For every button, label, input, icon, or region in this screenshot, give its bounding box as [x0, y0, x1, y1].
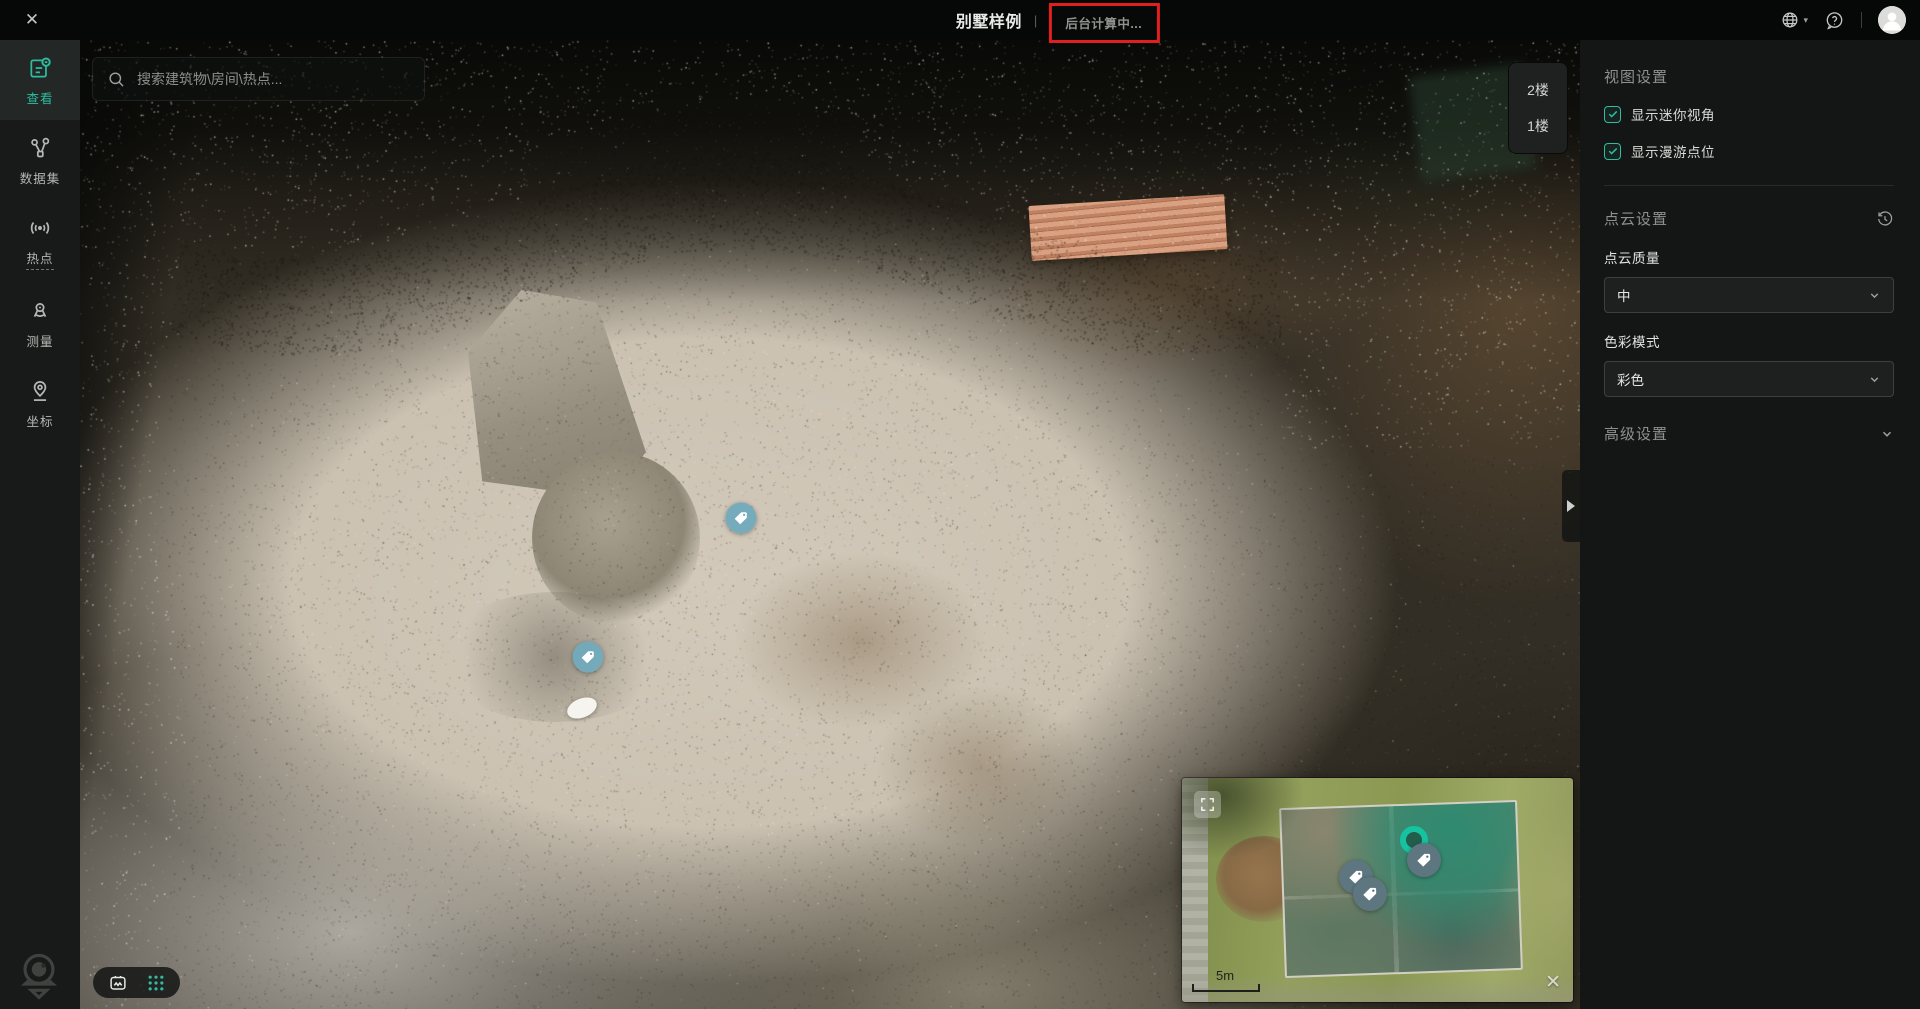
checkbox-label: 显示漫游点位: [1631, 141, 1715, 161]
page-title: 别墅样例: [956, 8, 1022, 32]
sidebar-item-label: 热点: [26, 248, 53, 270]
sidebar-item-label: 查看: [26, 88, 53, 107]
hotspot-tag-marker[interactable]: [573, 642, 604, 673]
toggle-roam-points[interactable]: 显示漫游点位: [1604, 141, 1894, 161]
expand-icon: [1199, 796, 1216, 813]
pointcloud-settings-title: 点云设置: [1604, 208, 1668, 229]
scale-bar: [1192, 984, 1260, 992]
floor-option-2[interactable]: 2楼: [1509, 75, 1567, 105]
model-box-icon: [107, 972, 129, 994]
quality-select[interactable]: 中: [1604, 277, 1894, 313]
advanced-settings-title: 高级设置: [1604, 423, 1668, 444]
settings-panel: 视图设置 显示迷你视角 显示漫游点位 点云设置 点云质量 中: [1580, 40, 1920, 1009]
scale-label: 5m: [1216, 968, 1260, 983]
minimap-hotspot-marker[interactable]: [1353, 877, 1387, 911]
color-mode-select[interactable]: 彩色: [1604, 361, 1894, 397]
reset-history-icon[interactable]: [1876, 210, 1894, 228]
sidebar-item-measure[interactable]: 测量: [0, 283, 80, 363]
grid-view-button[interactable]: [146, 973, 166, 993]
close-minimap-button[interactable]: ✕: [1545, 971, 1561, 994]
color-mode-value: 彩色: [1617, 369, 1644, 389]
sidebar-item-coordinate[interactable]: 坐标: [0, 363, 80, 443]
help-button[interactable]: [1824, 10, 1845, 31]
color-mode-label: 色彩模式: [1604, 331, 1894, 351]
quality-label: 点云质量: [1604, 247, 1894, 267]
sidebar-item-hotspot[interactable]: 热点: [0, 200, 80, 283]
floor-selector: 2楼 1楼: [1508, 62, 1568, 154]
sidebar-item-view[interactable]: 查看: [0, 40, 80, 120]
help-icon: [1824, 10, 1845, 31]
topbar: ✕ 别墅样例 | 后台计算中... ▾: [0, 0, 1920, 40]
checkbox-label: 显示迷你视角: [1631, 104, 1715, 124]
caret-down-icon: ▾: [1803, 15, 1808, 26]
checkbox-checked-icon: [1604, 106, 1621, 123]
language-selector[interactable]: ▾: [1780, 10, 1808, 30]
title-separator: |: [1034, 13, 1037, 28]
minimap[interactable]: 5m ✕: [1182, 778, 1573, 1002]
view-board-icon: [27, 55, 53, 81]
triangle-right-icon: [1567, 500, 1575, 512]
search-input[interactable]: [137, 71, 410, 87]
measure-instrument-icon: [27, 298, 53, 324]
chevron-down-icon: [1868, 373, 1881, 386]
model-view-button[interactable]: [107, 972, 129, 994]
minimap-hotspot-marker[interactable]: [1407, 843, 1441, 877]
view-mode-toolbar: [93, 967, 180, 998]
topbar-title-group: 别墅样例 | 后台计算中...: [956, 0, 1160, 40]
search-bar: [92, 57, 425, 101]
user-avatar[interactable]: [1878, 6, 1906, 34]
app-watermark-logo: [12, 948, 66, 1002]
grid-dots-icon: [146, 973, 166, 993]
floor-option-1[interactable]: 1楼: [1509, 111, 1567, 141]
checkbox-checked-icon: [1604, 143, 1621, 160]
panel-collapse-tab[interactable]: [1562, 470, 1580, 542]
background-computing-status: 后台计算中...: [1065, 17, 1142, 31]
sidebar-item-label: 数据集: [20, 168, 61, 187]
close-project-button[interactable]: ✕: [12, 0, 52, 40]
pointcloud-viewport[interactable]: 2楼 1楼: [80, 40, 1580, 1009]
sidebar: 查看 数据集 热点 测量: [0, 40, 80, 1009]
hotspot-tag-marker[interactable]: [726, 503, 757, 534]
chevron-down-icon: [1880, 427, 1894, 441]
search-icon: [107, 70, 126, 89]
view-settings-title: 视图设置: [1604, 66, 1894, 87]
hotspot-signal-icon: [27, 215, 53, 241]
chevron-down-icon: [1868, 289, 1881, 302]
globe-icon: [1780, 10, 1800, 30]
topbar-actions: ▾: [1780, 0, 1906, 40]
sidebar-item-label: 测量: [26, 331, 53, 350]
toggle-mini-view[interactable]: 显示迷你视角: [1604, 104, 1894, 124]
topbar-divider: [1861, 12, 1862, 28]
dataset-nodes-icon: [27, 135, 53, 161]
sidebar-item-label: 坐标: [26, 411, 53, 430]
coordinate-pin-icon: [27, 378, 53, 404]
advanced-settings-toggle[interactable]: 高级设置: [1604, 423, 1894, 444]
minimap-scale: 5m: [1192, 968, 1260, 992]
roam-point-marker[interactable]: [564, 693, 600, 722]
quality-value: 中: [1617, 285, 1631, 305]
sidebar-item-dataset[interactable]: 数据集: [0, 120, 80, 200]
expand-minimap-button[interactable]: [1194, 791, 1221, 818]
panel-divider: [1604, 185, 1894, 186]
annotation-highlight-box: 后台计算中...: [1049, 3, 1160, 43]
